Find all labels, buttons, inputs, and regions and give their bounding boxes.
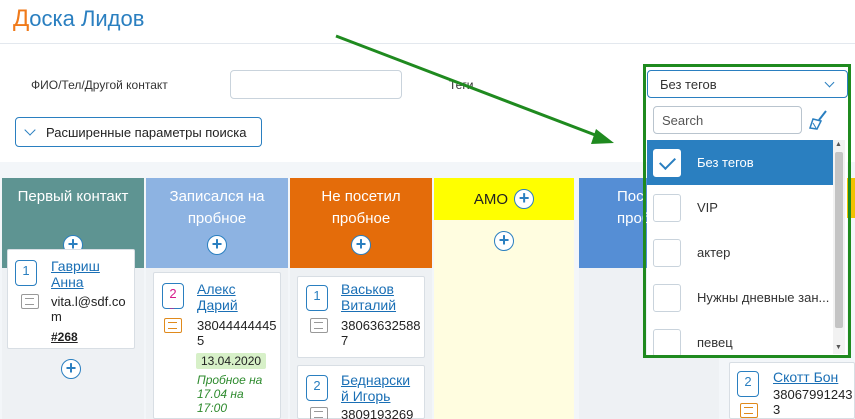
highlight-frame xyxy=(643,64,851,358)
